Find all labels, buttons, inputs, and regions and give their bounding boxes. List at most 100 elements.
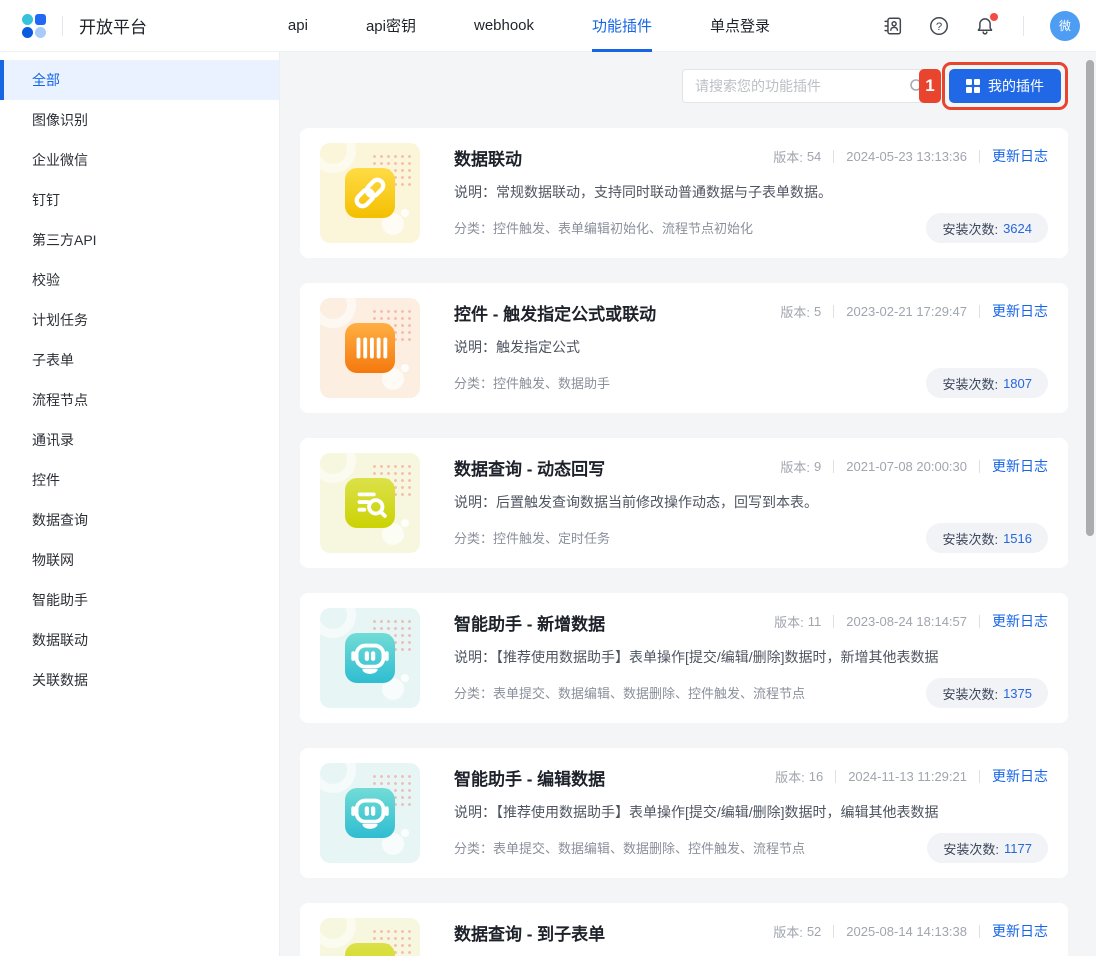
sidebar-item-data-linkage[interactable]: 数据联动 (0, 620, 279, 660)
sidebar-item-subform[interactable]: 子表单 (0, 340, 279, 380)
plugin-title: 智能助手 - 新增数据 (454, 610, 774, 635)
sidebar-item-image-recognition[interactable]: 图像识别 (0, 100, 279, 140)
plugin-meta: 版本:16 2024-11-13 11:29:21 更新日志 (775, 766, 1048, 786)
plugin-categories: 分类：控件触发、数据助手 (454, 373, 610, 398)
plugin-meta: 版本:9 2021-07-08 20:00:30 更新日志 (780, 456, 1048, 476)
plugin-icon-tile (320, 453, 420, 553)
divider (62, 16, 63, 36)
category-sidebar: 全部 图像识别 企业微信 钉钉 第三方API 校验 计划任务 子表单 流程节点 … (0, 52, 280, 956)
nav-item-sso[interactable]: 单点登录 (710, 0, 770, 52)
search-box (682, 69, 934, 103)
app-logo-icon (22, 14, 46, 38)
plugin-title: 智能助手 - 编辑数据 (454, 765, 775, 790)
plugin-meta: 版本:52 2025-08-14 14:13:38 更新日志 (773, 921, 1048, 941)
grid-icon (966, 79, 980, 93)
sidebar-item-validation[interactable]: 校验 (0, 260, 279, 300)
plugin-description: 说明：后置触发查询数据当前修改操作动态，回写到本表。 (454, 492, 1048, 512)
plugin-icon-tile (320, 298, 420, 398)
divider (1023, 16, 1024, 36)
notification-bell-icon[interactable] (973, 14, 997, 38)
nav-item-api-key[interactable]: api密钥 (366, 0, 416, 52)
my-plugins-button[interactable]: 我的插件 (949, 69, 1061, 103)
plugin-title: 控件 - 触发指定公式或联动 (454, 300, 780, 325)
install-count-badge: 安装次数:1177 (927, 833, 1048, 863)
page-title: 开放平台 (79, 13, 147, 38)
changelog-link[interactable]: 更新日志 (992, 301, 1048, 321)
updated-timestamp: 2025-08-14 14:13:38 (846, 924, 967, 939)
nav-item-plugins[interactable]: 功能插件 (592, 0, 652, 52)
plugin-description: 说明：【推荐使用数据助手】表单操作[提交/编辑/删除]数据时，编辑其他表数据 (454, 802, 1048, 822)
toolbar: 1 我的插件 (300, 62, 1068, 110)
plugin-icon-tile (320, 608, 420, 708)
top-header: 开放平台 api api密钥 webhook 功能插件 单点登录 ? (0, 0, 1096, 52)
plugin-categories: 分类：控件触发、表单编辑初始化、流程节点初始化 (454, 218, 753, 243)
my-plugins-label: 我的插件 (988, 76, 1044, 96)
help-glyph: ? (936, 20, 942, 32)
plugin-title: 数据联动 (454, 145, 773, 170)
annotation-outline: 1 我的插件 (942, 62, 1068, 110)
plugin-card: 数据查询 - 动态回写 版本:9 2021-07-08 20:00:30 更新日… (300, 438, 1068, 568)
robot-icon (347, 635, 393, 681)
sidebar-item-wecom[interactable]: 企业微信 (0, 140, 279, 180)
plugin-card: 智能助手 - 新增数据 版本:11 2023-08-24 18:14:57 更新… (300, 593, 1068, 723)
plugin-card: 智能助手 - 编辑数据 版本:16 2024-11-13 11:29:21 更新… (300, 748, 1068, 878)
changelog-link[interactable]: 更新日志 (992, 611, 1048, 631)
updated-timestamp: 2021-07-08 20:00:30 (846, 459, 967, 474)
help-icon[interactable]: ? (927, 14, 951, 38)
plugin-meta: 版本:54 2024-05-23 13:13:36 更新日志 (773, 146, 1048, 166)
changelog-link[interactable]: 更新日志 (992, 766, 1048, 786)
plugin-description: 说明：触发指定公式 (454, 337, 1048, 357)
plugin-description: 说明：常规数据联动，支持同时联动普通数据与子表单数据。 (454, 182, 1048, 202)
install-count-badge: 安装次数:1516 (926, 523, 1048, 553)
updated-timestamp: 2023-08-24 18:14:57 (846, 614, 967, 629)
annotation-badge: 1 (919, 69, 941, 103)
sidebar-item-widget[interactable]: 控件 (0, 460, 279, 500)
sidebar-item-related-data[interactable]: 关联数据 (0, 660, 279, 700)
plugin-meta: 版本:5 2023-02-21 17:29:47 更新日志 (780, 301, 1048, 321)
plugin-cards: 数据联动 版本:54 2024-05-23 13:13:36 更新日志 说明：常… (300, 128, 1068, 956)
doc-icon (347, 945, 393, 956)
sidebar-item-third-party-api[interactable]: 第三方API (0, 220, 279, 260)
sidebar-item-flow-node[interactable]: 流程节点 (0, 380, 279, 420)
updated-timestamp: 2024-11-13 11:29:21 (848, 769, 967, 784)
barcode-icon (347, 325, 393, 371)
plugin-card: 数据联动 版本:54 2024-05-23 13:13:36 更新日志 说明：常… (300, 128, 1068, 258)
install-count-badge: 安装次数:1375 (926, 678, 1048, 708)
updated-timestamp: 2024-05-23 13:13:36 (846, 149, 967, 164)
sidebar-item-all[interactable]: 全部 (0, 60, 279, 100)
avatar[interactable]: 微 (1050, 11, 1080, 41)
changelog-link[interactable]: 更新日志 (992, 456, 1048, 476)
plugin-title: 数据查询 - 到子表单 (454, 920, 773, 945)
plugin-categories: 分类：表单提交、数据编辑、数据删除、控件触发、流程节点 (454, 838, 805, 863)
top-nav: api api密钥 webhook 功能插件 单点登录 (177, 0, 881, 52)
plugin-list-panel: 1 我的插件 (280, 52, 1096, 956)
notification-dot (990, 13, 998, 21)
sidebar-item-iot[interactable]: 物联网 (0, 540, 279, 580)
plugin-card: 控件 - 触发指定公式或联动 版本:5 2023-02-21 17:29:47 … (300, 283, 1068, 413)
plugin-icon-tile (320, 143, 420, 243)
plugin-icon-tile (320, 763, 420, 863)
scrollbar[interactable] (1086, 60, 1094, 536)
changelog-link[interactable]: 更新日志 (992, 146, 1048, 166)
sidebar-item-smart-assistant[interactable]: 智能助手 (0, 580, 279, 620)
sidebar-item-contacts[interactable]: 通讯录 (0, 420, 279, 460)
nav-item-api[interactable]: api (288, 0, 308, 52)
sidebar-item-data-query[interactable]: 数据查询 (0, 500, 279, 540)
sidebar-item-dingtalk[interactable]: 钉钉 (0, 180, 279, 220)
plugin-description: 说明：【推荐使用数据助手】表单操作[提交/编辑/删除]数据时，新增其他表数据 (454, 647, 1048, 667)
plugin-card: 数据查询 - 到子表单 版本:52 2025-08-14 14:13:38 更新… (300, 903, 1068, 956)
plugin-title: 数据查询 - 动态回写 (454, 455, 780, 480)
plugin-categories: 分类：表单提交、数据编辑、数据删除、控件触发、流程节点 (454, 683, 805, 708)
changelog-link[interactable]: 更新日志 (992, 921, 1048, 941)
doc-search-icon (347, 480, 393, 526)
robot-icon (347, 790, 393, 836)
plugin-categories: 分类：控件触发、定时任务 (454, 528, 610, 553)
plugin-icon-tile (320, 918, 420, 956)
plugin-meta: 版本:11 2023-08-24 18:14:57 更新日志 (774, 611, 1048, 631)
nav-item-webhook[interactable]: webhook (474, 0, 534, 52)
updated-timestamp: 2023-02-21 17:29:47 (846, 304, 967, 319)
link-icon (347, 170, 393, 216)
address-book-icon[interactable] (881, 14, 905, 38)
sidebar-item-scheduled-tasks[interactable]: 计划任务 (0, 300, 279, 340)
search-input[interactable] (682, 69, 934, 103)
